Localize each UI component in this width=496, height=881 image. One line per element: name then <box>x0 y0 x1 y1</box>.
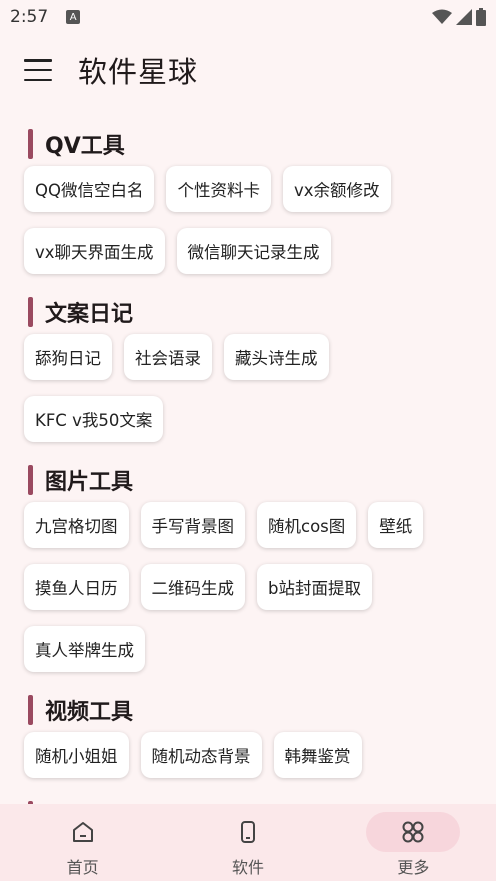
section: 文案日记舔狗日记 社会语录 藏头诗生成 KFC v我50文案 <box>24 292 472 456</box>
battery-icon <box>476 8 486 26</box>
tool-chip-group: 随机小姐姐 随机动态背景 韩舞鉴赏 <box>24 730 472 792</box>
tool-chip-group: 舔狗日记 社会语录 藏头诗生成 KFC v我50文案 <box>24 332 472 456</box>
tool-chip[interactable]: b站封面提取 <box>257 564 372 610</box>
section-title: 文案日记 <box>45 302 134 327</box>
app-title: 软件星球 <box>78 55 199 89</box>
wifi-icon <box>432 9 452 24</box>
section-accent-bar <box>28 297 33 327</box>
tool-chip[interactable]: 微信聊天记录生成 <box>176 228 331 274</box>
tool-chip[interactable]: 随机cos图 <box>257 502 357 548</box>
notification-a-icon: A <box>66 10 81 24</box>
section-accent-bar <box>28 465 33 495</box>
tool-chip[interactable]: 藏头诗生成 <box>224 334 329 380</box>
phone-icon <box>240 821 255 843</box>
home-icon <box>72 822 93 842</box>
section-header: 视频工具 <box>24 690 472 730</box>
nav-more[interactable]: 更多 <box>331 804 496 881</box>
tool-chip-group: QQ微信空白名 个性资料卡 vx余额修改 vx聊天界面生成 微信聊天记录生成 <box>24 164 472 288</box>
section-header: 文案日记 <box>24 292 472 332</box>
section-header: 图片工具 <box>24 460 472 500</box>
tool-chip[interactable]: 随机动态背景 <box>140 732 262 778</box>
bottom-navigation: 首页 软件 更多 <box>0 804 496 881</box>
menu-icon[interactable] <box>24 59 52 81</box>
tool-chip[interactable]: KFC v我50文案 <box>24 396 164 442</box>
status-bar: 2:57 A <box>0 0 496 34</box>
tool-chip[interactable]: 真人举牌生成 <box>24 626 145 672</box>
apps-icon <box>402 821 424 843</box>
section-title: QV工具 <box>45 134 125 159</box>
tool-chip[interactable]: 社会语录 <box>124 334 212 380</box>
nav-software[interactable]: 软件 <box>165 804 330 881</box>
tool-chip[interactable]: 壁纸 <box>368 502 424 548</box>
tool-chip[interactable]: 二维码生成 <box>140 564 245 610</box>
nav-home-label: 首页 <box>66 858 99 877</box>
section-header: QV工具 <box>24 124 472 164</box>
tool-chip[interactable]: 随机小姐姐 <box>24 732 129 778</box>
tool-chip-group: 九宫格切图 手写背景图 随机cos图 壁纸摸鱼人日历 二维码生成 b站封面提取真人举牌生成 <box>24 500 472 686</box>
tool-chip[interactable]: 舔狗日记 <box>24 334 112 380</box>
section: QV工具 QQ微信空白名 个性资料卡 vx余额修改 vx聊天界面生成 微信聊天记录生成 <box>24 124 472 288</box>
nav-home[interactable]: 首页 <box>0 804 165 881</box>
tool-chip[interactable]: 个性资料卡 <box>166 166 271 212</box>
section: 视频工具随机小姐姐 随机动态背景 韩舞鉴赏 <box>24 690 472 792</box>
nav-software-label: 软件 <box>231 858 264 877</box>
section-accent-bar <box>28 695 33 725</box>
signal-icon <box>456 9 472 25</box>
tool-list: QV工具 QQ微信空白名 个性资料卡 vx余额修改 vx聊天界面生成 微信聊天记录生成文案… <box>0 106 496 836</box>
tool-chip[interactable]: 韩舞鉴赏 <box>273 732 362 778</box>
nav-more-label: 更多 <box>397 858 430 877</box>
app-bar: 软件星球 <box>0 34 496 106</box>
section-title: 图片工具 <box>45 470 134 495</box>
status-icons <box>432 8 486 26</box>
section-title: 视频工具 <box>45 700 134 725</box>
status-time: 2:57 <box>10 7 49 27</box>
section-accent-bar <box>28 129 33 159</box>
tool-chip[interactable]: 摸鱼人日历 <box>24 564 129 610</box>
tool-chip[interactable]: vx余额修改 <box>282 166 391 212</box>
tool-chip[interactable]: QQ微信空白名 <box>24 166 155 212</box>
section: 图片工具九宫格切图 手写背景图 随机cos图 壁纸摸鱼人日历 二维码生成 b站封面提取真人… <box>24 460 472 686</box>
tool-chip[interactable]: vx聊天界面生成 <box>24 228 165 274</box>
tool-chip[interactable]: 手写背景图 <box>140 502 245 548</box>
tool-chip[interactable]: 九宫格切图 <box>24 502 129 548</box>
